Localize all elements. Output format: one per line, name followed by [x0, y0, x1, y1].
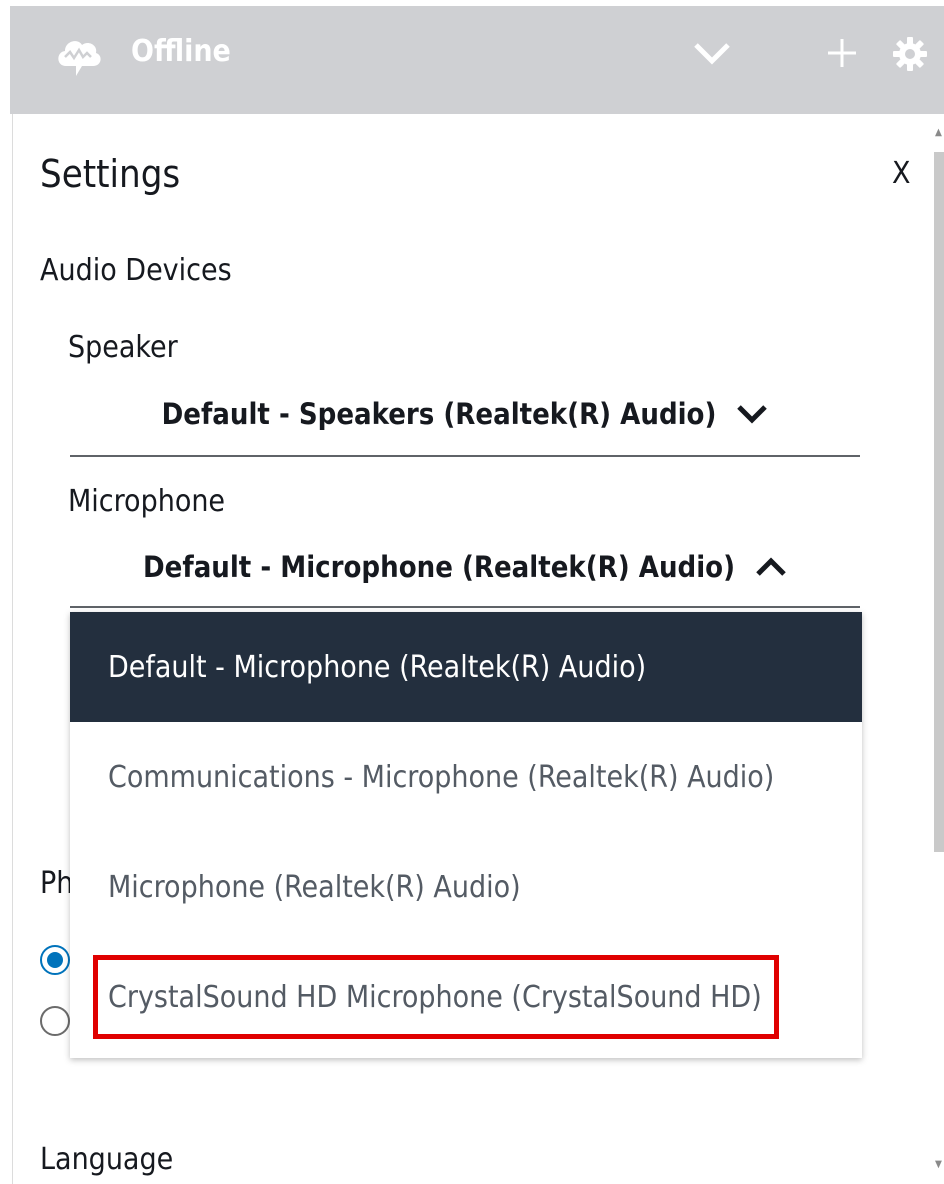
page-title: Settings — [40, 152, 181, 196]
language-heading: Language — [40, 1142, 174, 1177]
highlight-box — [93, 955, 779, 1039]
speaker-select[interactable]: Default - Speakers (Realtek(R) Audio) — [70, 390, 860, 438]
microphone-select[interactable]: Default - Microphone (Realtek(R) Audio) — [70, 543, 860, 591]
audio-devices-heading: Audio Devices — [40, 253, 232, 288]
microphone-select-underline — [70, 606, 860, 608]
speaker-selected-value: Default - Speakers (Realtek(R) Audio) — [161, 397, 717, 431]
microphone-label: Microphone — [68, 484, 226, 519]
scroll-up-arrow-icon[interactable]: ▲ — [935, 128, 942, 138]
microphone-selected-value: Default - Microphone (Realtek(R) Audio) — [142, 550, 735, 584]
phone-section-label: Ph — [40, 866, 74, 901]
plus-icon[interactable] — [823, 34, 861, 72]
speaker-select-underline — [70, 455, 860, 457]
speaker-label: Speaker — [68, 330, 178, 365]
chevron-down-icon — [737, 405, 768, 424]
microphone-option[interactable]: Default - Microphone (Realtek(R) Audio) — [70, 612, 862, 722]
gear-icon[interactable] — [890, 34, 930, 74]
connection-status: Offline — [131, 34, 231, 69]
chevron-up-icon — [756, 557, 786, 576]
microphone-option[interactable]: Microphone (Realtek(R) Audio) — [70, 832, 862, 942]
radio-option-selected[interactable] — [40, 945, 70, 975]
close-button[interactable]: X — [892, 156, 911, 191]
chevron-down-icon[interactable] — [692, 40, 732, 66]
cloud-logo-icon — [58, 41, 101, 76]
scrollbar-thumb[interactable] — [934, 152, 944, 852]
top-bar: Offline — [10, 6, 944, 114]
microphone-option[interactable]: Communications - Microphone (Realtek(R) … — [70, 722, 862, 832]
scroll-down-arrow-icon[interactable]: ▼ — [935, 1160, 942, 1170]
radio-option-unselected[interactable] — [40, 1006, 70, 1036]
